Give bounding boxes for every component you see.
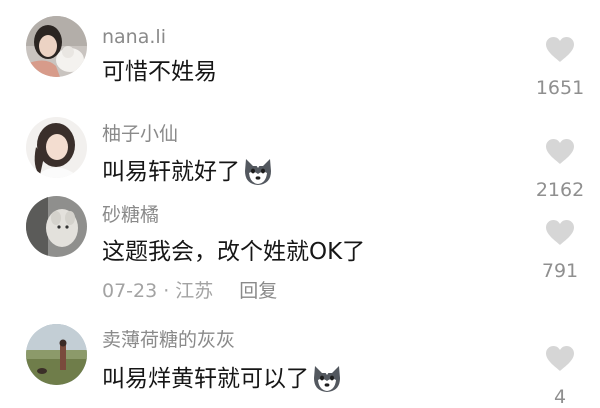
husky-dog-emoji xyxy=(245,159,271,185)
avatar[interactable] xyxy=(26,196,87,257)
comment-text[interactable]: 可惜不姓易 xyxy=(102,58,217,86)
husky-dog-emoji xyxy=(314,366,340,392)
comment-text-content: 叫易烊黄轩就可以了 xyxy=(102,366,309,392)
like-button[interactable]: 4 xyxy=(530,345,590,408)
avatar[interactable] xyxy=(26,16,87,77)
comment-text-content: 这题我会，改个姓就OK了 xyxy=(102,239,366,265)
comment-meta: 07-23 · 江苏 回复 xyxy=(102,280,277,302)
comment-text-content: 叫易轩就好了 xyxy=(102,159,240,185)
like-count: 791 xyxy=(541,260,579,282)
comment-item: 卖薄荷糖的灰灰 叫易烊黄轩就可以了 4 xyxy=(0,321,600,408)
heart-icon xyxy=(546,220,574,245)
heart-icon xyxy=(546,37,574,62)
like-count: 4 xyxy=(553,386,567,408)
avatar[interactable] xyxy=(26,324,87,385)
comment-item: 砂糖橘 这题我会，改个姓就OK了 07-23 · 江苏 回复 791 xyxy=(0,196,600,321)
heart-icon xyxy=(546,139,574,164)
comment-username[interactable]: nana.li xyxy=(102,26,166,48)
like-button[interactable]: 1651 xyxy=(530,36,590,99)
comment-text[interactable]: 这题我会，改个姓就OK了 xyxy=(102,238,365,266)
heart-icon xyxy=(546,346,574,371)
separator-dot: · xyxy=(163,280,170,302)
comment-text[interactable]: 叫易烊黄轩就可以了 xyxy=(102,364,343,394)
like-button[interactable]: 791 xyxy=(530,219,590,282)
comment-item: 柚子小仙 叫易轩就好了 2162 xyxy=(0,105,600,201)
comment-location: 江苏 xyxy=(175,280,214,302)
comment-date: 07-23 xyxy=(102,280,158,302)
comment-username[interactable]: 卖薄荷糖的灰灰 xyxy=(102,329,235,351)
comment-username[interactable]: 砂糖橘 xyxy=(102,204,159,226)
comment-username[interactable]: 柚子小仙 xyxy=(102,123,178,145)
comment-text[interactable]: 叫易轩就好了 xyxy=(102,157,274,187)
reply-button[interactable]: 回复 xyxy=(239,280,277,302)
avatar[interactable] xyxy=(26,117,87,178)
like-count: 1651 xyxy=(535,77,585,99)
like-button[interactable]: 2162 xyxy=(530,138,590,201)
comment-text-content: 可惜不姓易 xyxy=(102,59,217,85)
comment-item: nana.li 可惜不姓易 1651 xyxy=(0,0,600,105)
